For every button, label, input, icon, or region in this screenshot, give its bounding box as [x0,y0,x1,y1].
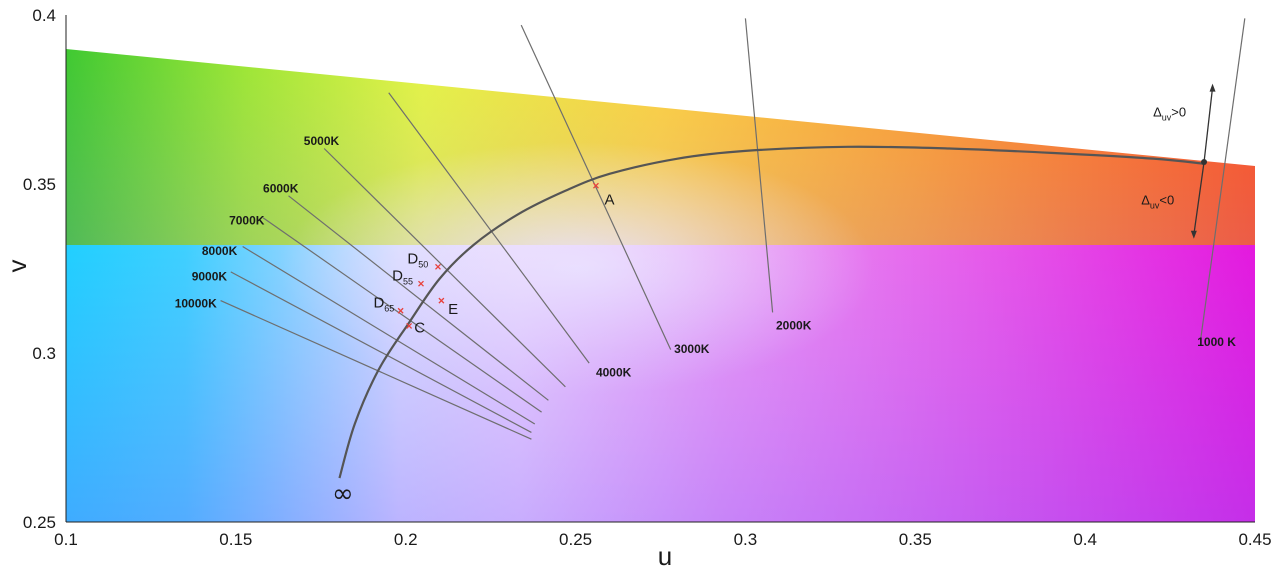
point-label: C [414,320,425,337]
infinity-label: ∞ [332,479,354,509]
isotherm-label: 5000K [304,134,340,148]
x-tick-label: 0.35 [899,530,932,549]
x-tick-label: 0.15 [219,530,252,549]
gamut-background [66,15,1255,522]
x-tick-label: 0.45 [1238,530,1271,549]
isotherm-label: 2000K [776,318,812,332]
y-axis-label: v [2,260,32,273]
point-label: E [448,301,458,318]
isotherm-label: 6000K [263,181,299,195]
y-tick-label: 0.4 [32,6,56,25]
isotherm-label: 9000K [192,269,228,283]
x-axis-label: u [658,541,672,571]
x-tick-label: 0.4 [1073,530,1097,549]
delta-origin-dot [1201,159,1208,166]
isotherm-label: 3000K [674,342,710,356]
isotherm-label: 8000K [202,244,238,258]
point-label: A [604,191,614,208]
x-tick-label: 0.2 [394,530,418,549]
x-tick-label: 0.3 [734,530,758,549]
isotherm-label: 4000K [596,366,632,380]
y-tick-label: 0.3 [32,344,56,363]
isotherm-label: 10000K [175,296,217,310]
x-tick-label: 0.25 [559,530,592,549]
cie-uv-chart: 10000K 9000K 8000K 7000K 6000K 5000K 4000K 3000… [2,6,1272,571]
y-tick-label: 0.25 [23,513,56,532]
x-tick-label: 0.1 [54,530,78,549]
isotherm-label: 7000K [229,214,265,228]
y-tick-label: 0.35 [23,175,56,194]
isotherm-label: 1000 K [1197,335,1236,349]
